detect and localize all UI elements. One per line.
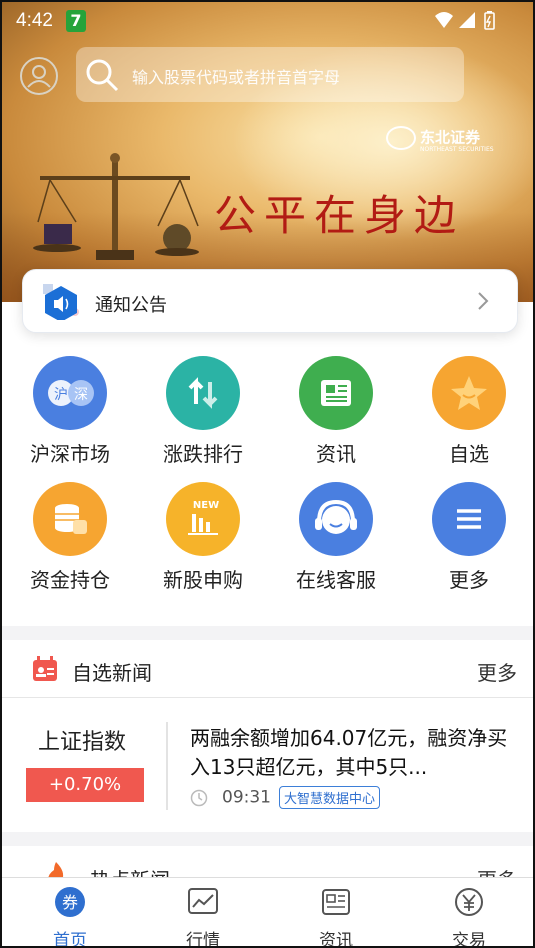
new-badge: NEW	[193, 500, 219, 511]
calendar-icon	[33, 656, 57, 681]
app-screen: 东北证券 NORTHEAST SECURITIES 公平在身边 4:42 7 输…	[0, 0, 535, 948]
menu-icon	[432, 482, 506, 556]
tab-trade[interactable]: 交易	[434, 886, 504, 948]
hushen-text-2: 深	[74, 387, 88, 403]
brand-name: 东北证券	[420, 128, 481, 147]
newspaper-icon	[299, 356, 373, 430]
battery-icon	[484, 12, 495, 30]
index-name: 上证指数	[38, 730, 127, 755]
user-icon	[27, 65, 51, 88]
tab-news[interactable]: 资讯	[301, 886, 371, 948]
status-bar: 4:42 7	[2, 2, 533, 42]
wifi-icon	[435, 12, 453, 28]
shortcut-updown-ranking[interactable]: 涨跌排行	[153, 356, 253, 467]
avatar-button[interactable]	[20, 57, 58, 95]
news-headline[interactable]: 两融余额增加64.07亿元，融资净买入13只超亿元，其中5只...	[190, 724, 515, 782]
hushen-text-1: 沪	[54, 387, 68, 403]
shortcut-label: 自选	[449, 442, 489, 466]
headset-icon	[299, 482, 373, 556]
news-item[interactable]: 上证指数 +0.70% 两融余额增加64.07亿元，融资净买入13只超亿元，其中…	[2, 700, 533, 830]
search-icon	[86, 59, 119, 92]
tab-label: 行情	[186, 931, 220, 948]
home-icon: 券	[55, 887, 85, 917]
notice-label: 通知公告	[95, 295, 167, 316]
more-link[interactable]: 更多	[477, 657, 517, 686]
news-meta: 09:31 大智慧数据中心	[190, 786, 381, 809]
notice-bar[interactable]: 通知公告	[22, 269, 518, 333]
shortcut-ipo-subscription[interactable]: NEW 新股申购	[153, 482, 253, 593]
bottom-tab-bar: 券 首页 行情 资讯 交易	[2, 877, 533, 948]
yuan-icon	[455, 888, 483, 916]
coins-icon	[33, 482, 107, 556]
signal-icon	[459, 12, 475, 28]
tab-market[interactable]: 行情	[168, 886, 238, 948]
notification-badge: 7	[66, 10, 86, 32]
shortcut-label: 资金持仓	[30, 568, 110, 592]
tab-label: 首页	[53, 931, 87, 948]
section-divider	[2, 832, 533, 846]
shortcut-hushen-market[interactable]: 沪 深 沪深市场	[20, 356, 120, 467]
shortcut-label: 沪深市场	[30, 442, 110, 466]
brand-mark-icon	[386, 126, 416, 150]
speaker-icon	[43, 284, 79, 320]
search-placeholder: 输入股票代码或者拼音首字母	[132, 68, 341, 87]
balance-scale-icon	[33, 153, 199, 260]
updown-arrows-icon	[166, 356, 240, 430]
shortcut-label: 在线客服	[296, 568, 376, 592]
shortcut-watchlist[interactable]: 自选	[419, 356, 519, 467]
divider	[166, 722, 168, 810]
search-input[interactable]: 输入股票代码或者拼音首字母	[76, 47, 464, 102]
clock-icon	[190, 789, 208, 806]
section-divider	[2, 626, 533, 640]
shortcut-funds-position[interactable]: 资金持仓	[20, 482, 120, 593]
section-title: 自选新闻	[72, 661, 152, 685]
hushen-icon: 沪 深	[33, 356, 107, 430]
shortcut-label: 资讯	[316, 442, 356, 466]
banner-slogan: 公平在身边	[214, 191, 465, 240]
chart-icon	[188, 888, 218, 914]
svg-text:券: 券	[62, 893, 78, 912]
shortcut-label: 新股申购	[163, 568, 243, 592]
tab-label: 交易	[452, 931, 486, 948]
brand-logo: 东北证券 NORTHEAST SECURITIES	[386, 126, 494, 153]
index-change-badge: +0.70%	[26, 768, 144, 802]
chevron-right-icon	[478, 292, 489, 310]
tab-home[interactable]: 券 首页	[35, 886, 105, 948]
shortcut-label: 涨跌排行	[163, 442, 243, 466]
shortcut-more[interactable]: 更多	[419, 482, 519, 593]
star-icon	[432, 356, 506, 430]
shortcut-label: 更多	[449, 568, 489, 592]
new-stock-icon: NEW	[166, 482, 240, 556]
news-source-tag: 大智慧数据中心	[279, 786, 381, 809]
brand-subtitle: NORTHEAST SECURITIES	[420, 146, 494, 153]
tab-label: 资讯	[319, 931, 353, 948]
watch-news-header: 自选新闻 更多	[2, 640, 533, 698]
shortcut-news[interactable]: 资讯	[286, 356, 386, 467]
news-time: 09:31	[222, 787, 271, 808]
news-icon	[322, 889, 350, 915]
status-time: 4:42	[16, 10, 53, 31]
system-icons	[435, 11, 495, 30]
shortcut-online-service[interactable]: 在线客服	[286, 482, 386, 593]
